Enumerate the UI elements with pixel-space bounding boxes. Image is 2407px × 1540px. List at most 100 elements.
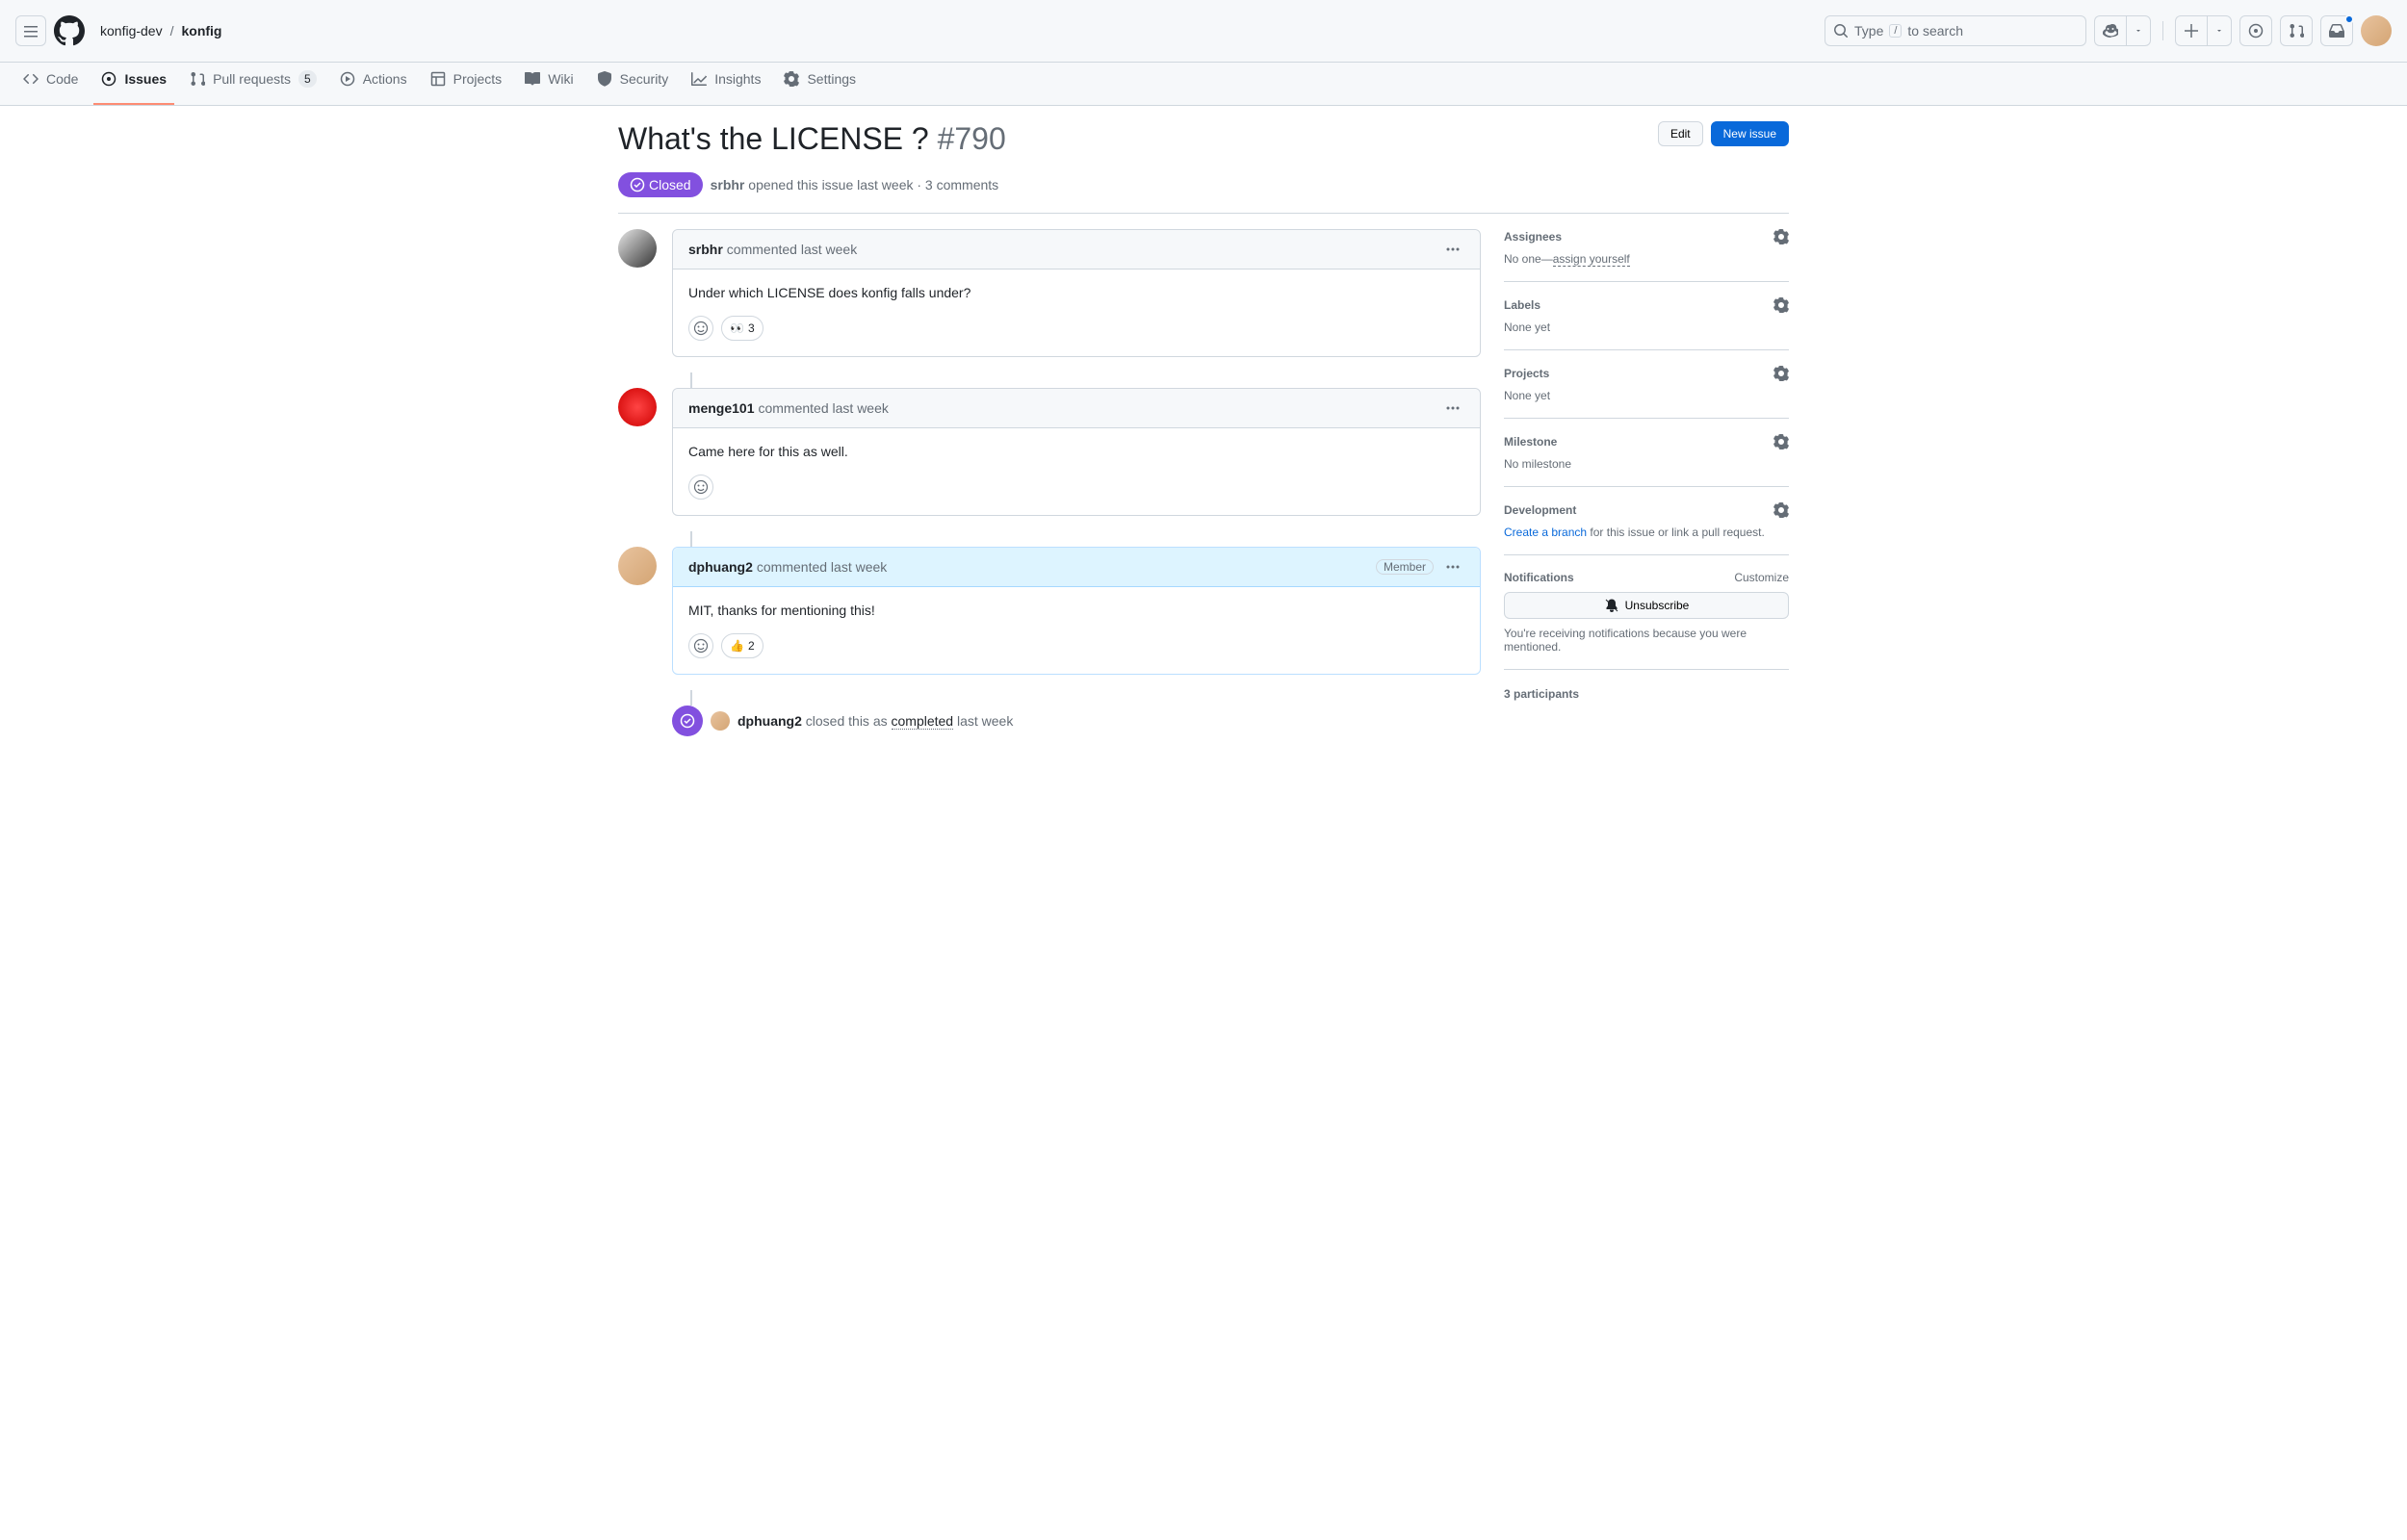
gear-icon: [1773, 502, 1789, 518]
comment-item: dphuang2 commented last week Member MIT,…: [618, 547, 1481, 675]
assignees-section: Assignees No one—assign yourself: [1504, 229, 1789, 282]
pulls-header-button[interactable]: [2280, 15, 2313, 46]
issues-header-button[interactable]: [2239, 15, 2272, 46]
breadcrumb-repo[interactable]: konfig: [181, 23, 221, 38]
comment-header: menge101 commented last week: [673, 389, 1480, 428]
comment-author[interactable]: dphuang2: [688, 559, 753, 575]
avatar[interactable]: [618, 547, 657, 585]
create-dropdown[interactable]: [2207, 15, 2232, 46]
closed-badge: [672, 706, 703, 736]
add-reaction[interactable]: [688, 633, 713, 658]
tab-projects[interactable]: Projects: [423, 63, 510, 105]
notifications-title: Notifications: [1504, 571, 1574, 584]
comment-author[interactable]: srbhr: [688, 242, 723, 257]
milestone-title: Milestone: [1504, 435, 1557, 449]
assign-yourself[interactable]: assign yourself: [1553, 252, 1630, 267]
none-prefix: No one—: [1504, 252, 1553, 266]
tab-settings[interactable]: Settings: [776, 63, 864, 105]
comment-menu[interactable]: [1441, 555, 1464, 578]
search-suffix: to search: [1907, 23, 1963, 38]
tab-label: Pull requests: [213, 71, 291, 87]
reactions: 👀 3: [673, 316, 1480, 356]
tab-insights[interactable]: Insights: [684, 63, 768, 105]
assignees-title: Assignees: [1504, 230, 1562, 244]
inbox-button[interactable]: [2320, 15, 2353, 46]
copilot-button[interactable]: [2094, 15, 2126, 46]
reactions: [673, 475, 1480, 515]
search-input[interactable]: Type / to search: [1825, 15, 2086, 46]
event-completed[interactable]: completed: [892, 713, 954, 730]
closed-icon: [680, 713, 695, 729]
event-author[interactable]: dphuang2: [738, 713, 802, 729]
comment-box: dphuang2 commented last week Member MIT,…: [672, 547, 1481, 675]
comment-item: srbhr commented last week Under which LI…: [618, 229, 1481, 357]
issue-title: What's the LICENSE ? #790: [618, 121, 1643, 157]
kebab-icon: [1445, 559, 1461, 575]
reaction-thumbsup[interactable]: 👍 2: [721, 633, 764, 658]
container: What's the LICENSE ? #790 Edit New issue…: [587, 106, 1820, 752]
meta-author[interactable]: srbhr: [711, 177, 745, 192]
gear-icon: [1773, 434, 1789, 449]
create-branch-link[interactable]: Create a branch: [1504, 526, 1587, 539]
avatar[interactable]: [618, 388, 657, 426]
add-reaction[interactable]: [688, 475, 713, 500]
tab-pulls[interactable]: Pull requests 5: [182, 63, 324, 105]
breadcrumb-owner[interactable]: konfig-dev: [100, 23, 163, 38]
tab-label: Code: [46, 71, 78, 87]
sidebar: Assignees No one—assign yourself Labels …: [1504, 229, 1789, 736]
tab-code[interactable]: Code: [15, 63, 86, 105]
comment-menu[interactable]: [1441, 238, 1464, 261]
unsubscribe-button[interactable]: Unsubscribe: [1504, 592, 1789, 619]
comment-header: srbhr commented last week: [673, 230, 1480, 270]
gear-icon: [1773, 366, 1789, 381]
projects-section: Projects None yet: [1504, 350, 1789, 419]
new-issue-button[interactable]: New issue: [1711, 121, 1789, 146]
reaction-count: 3: [748, 321, 755, 335]
comment-menu[interactable]: [1441, 397, 1464, 420]
tab-label: Insights: [714, 71, 761, 87]
customize-link[interactable]: Customize: [1734, 571, 1789, 584]
user-avatar[interactable]: [2361, 15, 2392, 46]
development-gear[interactable]: [1773, 502, 1789, 518]
edit-button[interactable]: Edit: [1658, 121, 1703, 146]
github-logo[interactable]: [54, 15, 85, 46]
tab-label: Security: [620, 71, 669, 87]
tab-wiki[interactable]: Wiki: [517, 63, 581, 105]
event-avatar[interactable]: [711, 711, 730, 731]
issue-icon: [101, 71, 116, 87]
comment-body: MIT, thanks for mentioning this!: [673, 587, 1480, 633]
gear-icon: [784, 71, 799, 87]
participants-section: 3 participants: [1504, 670, 1789, 716]
reaction-eyes[interactable]: 👀 3: [721, 316, 764, 341]
tab-security[interactable]: Security: [589, 63, 677, 105]
labels-gear[interactable]: [1773, 297, 1789, 313]
development-rest: for this issue or link a pull request.: [1587, 526, 1765, 539]
comment-body: Came here for this as well.: [673, 428, 1480, 475]
comment-author[interactable]: menge101: [688, 400, 754, 416]
code-icon: [23, 71, 39, 87]
assignees-content: No one—assign yourself: [1504, 252, 1789, 266]
issue-meta: Closed srbhr opened this issue last week…: [618, 172, 1789, 214]
avatar[interactable]: [618, 229, 657, 268]
tab-actions[interactable]: Actions: [332, 63, 415, 105]
milestone-gear[interactable]: [1773, 434, 1789, 449]
tab-issues[interactable]: Issues: [93, 63, 174, 105]
hamburger-menu[interactable]: [15, 15, 46, 46]
repo-nav: Code Issues Pull requests 5 Actions Proj…: [0, 63, 2407, 106]
pulls-count: 5: [298, 70, 317, 88]
projects-gear[interactable]: [1773, 366, 1789, 381]
inbox-icon: [2329, 23, 2344, 38]
breadcrumb-sep: /: [170, 23, 174, 38]
create-button[interactable]: [2175, 15, 2207, 46]
assignees-gear[interactable]: [1773, 229, 1789, 244]
reaction-emoji: 👍: [730, 639, 744, 653]
add-reaction[interactable]: [688, 316, 713, 341]
smiley-icon: [693, 638, 709, 654]
table-icon: [430, 71, 446, 87]
copilot-dropdown[interactable]: [2126, 15, 2151, 46]
notification-dot: [2344, 14, 2354, 24]
comment-meta: commented last week: [757, 559, 887, 575]
tab-label: Actions: [363, 71, 407, 87]
tab-label: Wiki: [548, 71, 573, 87]
shield-icon: [597, 71, 612, 87]
